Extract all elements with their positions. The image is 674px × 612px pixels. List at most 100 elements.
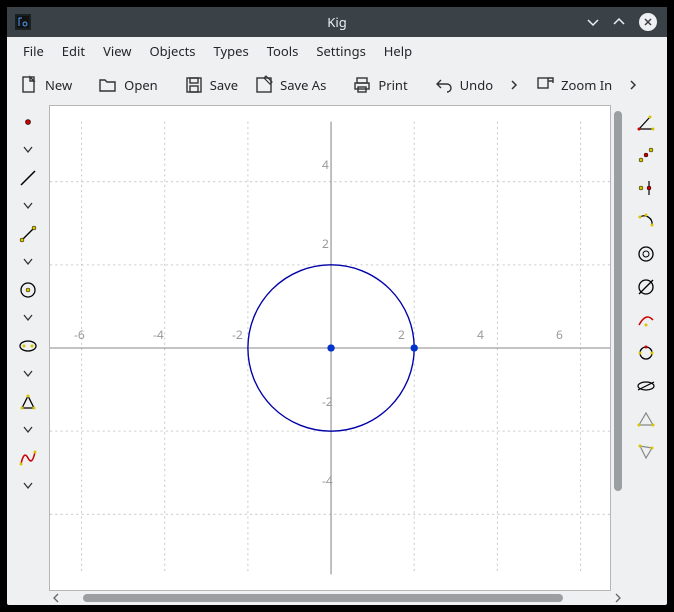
- point-tool-menu[interactable]: [23, 144, 33, 156]
- midpoint-tool[interactable]: [633, 144, 659, 166]
- x-label-m6: -6: [74, 326, 85, 343]
- half-line-tool[interactable]: [15, 223, 41, 245]
- x-label-p4: 4: [477, 326, 484, 343]
- point-on-object-icon: [636, 178, 656, 198]
- save-as-label: Save As: [280, 76, 326, 94]
- big-circle-tool[interactable]: [633, 243, 659, 265]
- curve-tool-menu[interactable]: [23, 480, 33, 492]
- save-label: Save: [210, 76, 238, 94]
- transform-icon: [636, 376, 656, 396]
- zoom-in-icon: [535, 75, 555, 95]
- circle-tool-menu[interactable]: [23, 312, 33, 324]
- triangle-icon: [636, 409, 656, 429]
- curve-red-tool[interactable]: [633, 309, 659, 331]
- segment-icon: [18, 168, 38, 188]
- hscroll-right[interactable]: [611, 593, 625, 603]
- intersection-tool[interactable]: [633, 276, 659, 298]
- transform-tool[interactable]: [633, 375, 659, 397]
- menu-settings[interactable]: Settings: [308, 38, 373, 64]
- minimize-button[interactable]: [587, 16, 599, 28]
- zoom-in-label: Zoom In: [561, 76, 612, 94]
- open-icon: [98, 75, 118, 95]
- toolbar-overflow[interactable]: [622, 80, 644, 90]
- x-label-m2: -2: [232, 326, 243, 343]
- drawing-svg: [50, 106, 610, 590]
- menu-view[interactable]: View: [95, 38, 139, 64]
- curve-tool[interactable]: [15, 447, 41, 469]
- triangle-tool[interactable]: [633, 408, 659, 430]
- ellipse-tool[interactable]: [15, 335, 41, 357]
- polygon-tool[interactable]: [15, 391, 41, 413]
- menu-tools[interactable]: Tools: [259, 38, 307, 64]
- x-label-m4: -4: [153, 326, 164, 343]
- vscroll-thumb[interactable]: [614, 111, 622, 491]
- main-area: -6 -4 -2 2 4 6 4 2 -2 -4: [7, 105, 667, 605]
- circle-from-center-icon: [18, 280, 38, 300]
- arc-tool[interactable]: [633, 210, 659, 232]
- open-label: Open: [124, 76, 158, 94]
- x-label-p6: 6: [556, 326, 563, 343]
- circle-tool-icon: [636, 244, 656, 264]
- print-icon: [352, 75, 372, 95]
- half-line-tool-menu[interactable]: [23, 256, 33, 268]
- toolbar: New Open Save Save As Print Undo: [7, 65, 667, 105]
- undo-button[interactable]: Undo: [428, 71, 499, 99]
- canvas[interactable]: -6 -4 -2 2 4 6 4 2 -2 -4: [49, 105, 611, 591]
- center-point[interactable]: [327, 344, 334, 351]
- maximize-button[interactable]: [613, 16, 625, 28]
- circle-tool[interactable]: [15, 279, 41, 301]
- hscroll-thumb[interactable]: [83, 594, 563, 602]
- hscroll-left[interactable]: [49, 593, 63, 603]
- app-icon: [15, 14, 31, 30]
- zoom-in-button[interactable]: Zoom In: [529, 71, 618, 99]
- angle-tool[interactable]: [633, 111, 659, 133]
- x-label-p2: 2: [398, 326, 405, 343]
- curve-icon: [18, 448, 38, 468]
- arc-icon: [636, 211, 656, 231]
- menubar: File Edit View Objects Types Tools Setti…: [7, 37, 667, 65]
- segment-tool-menu[interactable]: [23, 200, 33, 212]
- radius-point[interactable]: [411, 344, 418, 351]
- new-button[interactable]: New: [13, 71, 78, 99]
- y-label-m2: -2: [322, 393, 333, 410]
- right-toolbar: [625, 105, 667, 605]
- point-tool[interactable]: [15, 111, 41, 133]
- save-as-icon: [254, 75, 274, 95]
- menu-objects[interactable]: Objects: [142, 38, 204, 64]
- close-button[interactable]: [639, 13, 657, 31]
- canvas-wrap: -6 -4 -2 2 4 6 4 2 -2 -4: [49, 105, 625, 605]
- horizontal-scrollbar[interactable]: [77, 591, 597, 605]
- left-toolbar: [7, 105, 49, 605]
- toolbar-more-history[interactable]: [503, 80, 525, 90]
- new-icon: [19, 75, 39, 95]
- save-as-button[interactable]: Save As: [248, 71, 332, 99]
- menu-edit[interactable]: Edit: [54, 38, 93, 64]
- point-on-object-tool[interactable]: [633, 177, 659, 199]
- print-button[interactable]: Print: [346, 71, 413, 99]
- undo-label: Undo: [460, 76, 493, 94]
- menu-help[interactable]: Help: [376, 38, 420, 64]
- y-label-m4: -4: [322, 472, 333, 489]
- angle-icon: [636, 112, 656, 132]
- curve-red-icon: [636, 310, 656, 330]
- conic-icon: [636, 343, 656, 363]
- menu-file[interactable]: File: [15, 38, 52, 64]
- segment-tool[interactable]: [15, 167, 41, 189]
- intersection-icon: [636, 277, 656, 297]
- vector-tool[interactable]: [633, 441, 659, 463]
- conic-tool[interactable]: [633, 342, 659, 364]
- open-button[interactable]: Open: [92, 71, 164, 99]
- save-button[interactable]: Save: [178, 71, 244, 99]
- point-icon: [19, 113, 37, 131]
- titlebar: Kig: [7, 7, 667, 37]
- menu-types[interactable]: Types: [206, 38, 257, 64]
- window-title: Kig: [7, 13, 667, 31]
- window-controls: [587, 13, 667, 31]
- save-icon: [184, 75, 204, 95]
- vertical-scrollbar[interactable]: [611, 105, 625, 591]
- ellipse-tool-menu[interactable]: [23, 368, 33, 380]
- polygon-icon: [18, 392, 38, 412]
- y-label-p2: 2: [322, 235, 329, 252]
- polygon-tool-menu[interactable]: [23, 424, 33, 436]
- undo-icon: [434, 75, 454, 95]
